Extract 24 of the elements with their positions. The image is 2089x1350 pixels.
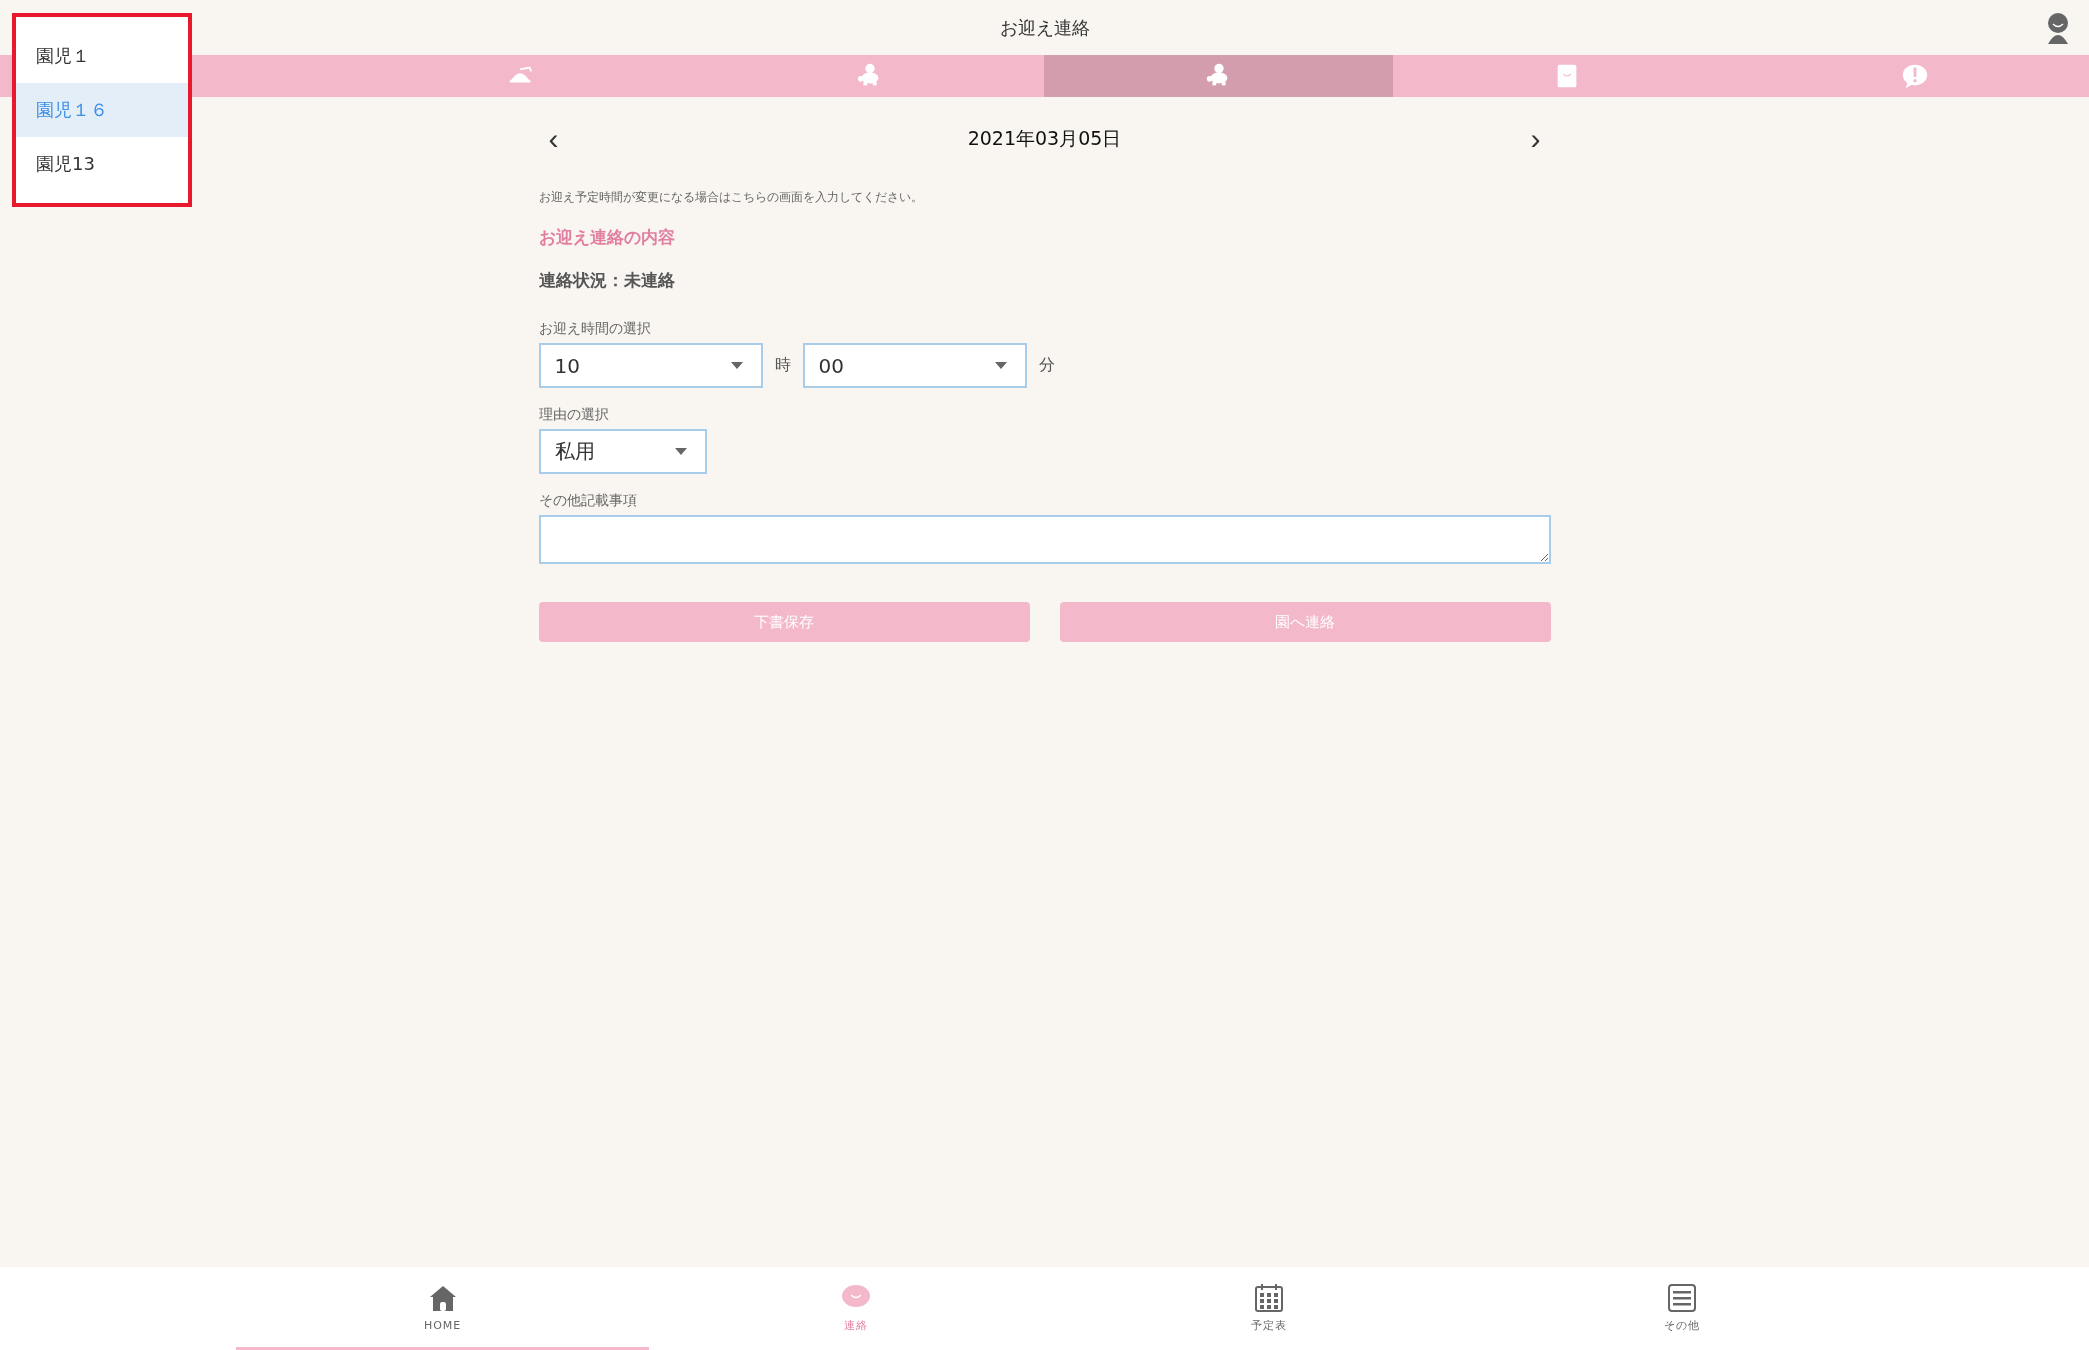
- field-label: お迎え時間の選択: [538, 320, 652, 338]
- next-button[interactable]: ›: [1520, 124, 1551, 154]
- tab[interactable]: [1044, 55, 1393, 97]
- hour-select[interactable]: 10: [538, 343, 763, 388]
- caret-icon: [994, 362, 1007, 369]
- section-title: お迎え連絡の内容: [538, 226, 676, 249]
- field-label: 理由の選択: [538, 406, 610, 424]
- nav-item[interactable]: HOME: [236, 1267, 650, 1350]
- unit-label: 時: [774, 355, 791, 376]
- field-label: その他記載事項: [538, 492, 638, 510]
- reason-select[interactable]: 私用: [538, 429, 707, 474]
- page-title: お迎え連絡: [999, 15, 1090, 40]
- nav-item[interactable]: その他: [1475, 1267, 1889, 1350]
- minute-select[interactable]: 00: [802, 343, 1027, 388]
- avatar-icon[interactable]: [2045, 12, 2071, 44]
- status-text: 連絡状況：未連絡: [538, 269, 676, 292]
- previous-button[interactable]: ‹: [538, 124, 569, 154]
- description-text: お迎え予定時間が変更になる場合はこちらの画面を入力してください。: [538, 189, 924, 206]
- nav-item[interactable]: 予定表: [1062, 1267, 1476, 1350]
- caret-icon: [674, 448, 687, 455]
- unit-label: 分: [1038, 355, 1055, 376]
- date-label: 2021年03月05日: [967, 126, 1122, 151]
- caret-icon: [730, 362, 743, 369]
- notes-field[interactable]: [538, 515, 1551, 564]
